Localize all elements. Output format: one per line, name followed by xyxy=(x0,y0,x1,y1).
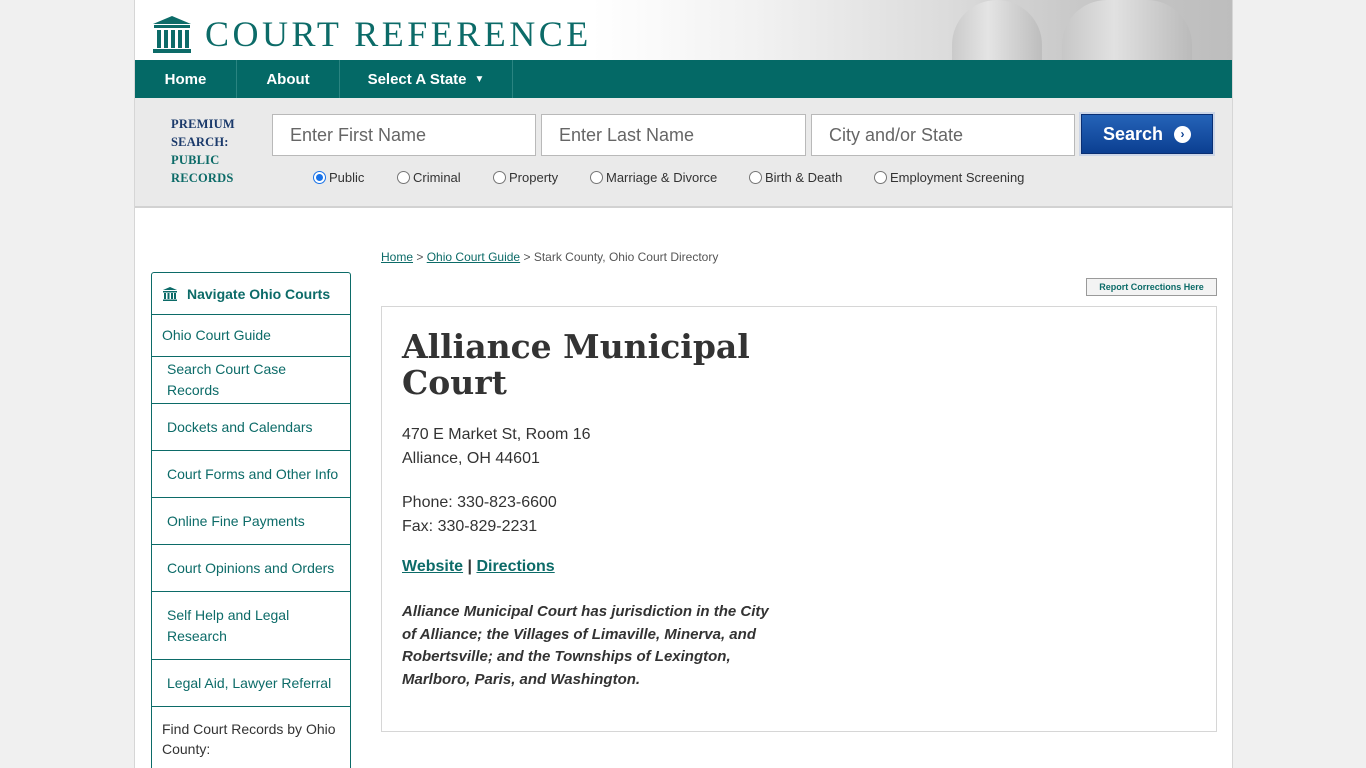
radio-button[interactable] xyxy=(749,171,762,184)
court-fax: Fax: 330-829-2231 xyxy=(402,518,538,535)
breadcrumb-separator: > xyxy=(523,250,531,264)
radio-button-selected[interactable] xyxy=(313,171,326,184)
nav-select-state[interactable]: Select A State ▼ xyxy=(340,60,513,98)
address-line-1: 470 E Market St, Room 16 xyxy=(402,426,591,443)
directions-link[interactable]: Directions xyxy=(476,558,554,575)
sidebar-item-opinions-orders[interactable]: Court Opinions and Orders xyxy=(152,545,350,592)
premium-search-bar: PREMIUM SEARCH: PUBLIC RECORDS Search › … xyxy=(135,98,1232,208)
sidebar-nav: Navigate Ohio Courts Ohio Court Guide Se… xyxy=(151,272,351,768)
sidebar-item-legal-aid[interactable]: Legal Aid, Lawyer Referral xyxy=(152,660,350,707)
column-capital-decoration xyxy=(1062,0,1192,60)
radio-button[interactable] xyxy=(590,171,603,184)
sidebar-find-by-county: Find Court Records by Ohio County: xyxy=(162,721,336,757)
search-button-label: Search xyxy=(1102,123,1164,144)
caret-down-icon: ▼ xyxy=(474,73,485,85)
nav-select-state-label: Select A State xyxy=(367,70,467,88)
link-separator: | xyxy=(467,558,472,575)
site-logo[interactable]: COURT REFERENCE xyxy=(151,14,592,54)
courthouse-icon xyxy=(163,286,177,301)
city-state-input[interactable] xyxy=(811,114,1075,156)
record-type-radios: Public Criminal Property Marriage & Divo… xyxy=(135,170,1232,190)
court-links: Website | Directions xyxy=(402,558,555,576)
radio-button[interactable] xyxy=(874,171,887,184)
court-jurisdiction-description: Alliance Municipal Court has jurisdictio… xyxy=(402,603,769,688)
radio-employment-screening[interactable]: Employment Screening xyxy=(874,170,1024,185)
radio-property[interactable]: Property xyxy=(493,170,558,185)
premium-label-line: SEARCH: xyxy=(171,135,229,149)
header-background xyxy=(592,0,1232,60)
radio-marriage-divorce[interactable]: Marriage & Divorce xyxy=(590,170,717,185)
court-detail-card: Alliance Municipal Court 470 E Market St… xyxy=(381,306,1217,732)
courthouse-icon xyxy=(153,16,191,53)
radio-birth-death[interactable]: Birth & Death xyxy=(749,170,842,185)
radio-button[interactable] xyxy=(493,171,506,184)
first-name-input[interactable] xyxy=(272,114,536,156)
radio-criminal[interactable]: Criminal xyxy=(397,170,461,185)
sidebar-item-court-forms[interactable]: Court Forms and Other Info xyxy=(152,451,350,498)
chevron-right-icon: › xyxy=(1174,125,1192,143)
breadcrumb: Home > Ohio Court Guide > Stark County, … xyxy=(381,250,718,264)
premium-label-line: PUBLIC xyxy=(171,153,220,167)
sidebar-heading: Navigate Ohio Courts xyxy=(152,273,350,315)
site-header: COURT REFERENCE xyxy=(135,0,1232,60)
report-corrections-button[interactable]: Report Corrections Here xyxy=(1086,278,1217,296)
premium-label-line: PREMIUM xyxy=(171,117,235,131)
radio-label: Marriage & Divorce xyxy=(606,170,718,185)
nav-home[interactable]: Home xyxy=(135,60,237,98)
sidebar-item-fine-payments[interactable]: Online Fine Payments xyxy=(152,498,350,545)
sidebar-item-self-help[interactable]: Self Help and Legal Research xyxy=(152,592,350,660)
nav-about[interactable]: About xyxy=(237,60,340,98)
court-phone: Phone: 330-823-6600 xyxy=(402,494,557,511)
address-line-2: Alliance, OH 44601 xyxy=(402,450,540,467)
radio-button[interactable] xyxy=(397,171,410,184)
breadcrumb-guide-link[interactable]: Ohio Court Guide xyxy=(427,250,520,264)
radio-label: Employment Screening xyxy=(890,170,1025,185)
radio-label: Public xyxy=(329,170,365,185)
radio-label: Property xyxy=(509,170,559,185)
breadcrumb-current: Stark County, Ohio Court Directory xyxy=(533,250,719,264)
column-decoration xyxy=(952,0,1042,60)
radio-public[interactable]: Public xyxy=(313,170,364,185)
breadcrumb-separator: > xyxy=(416,250,424,264)
court-title: Alliance Municipal Court xyxy=(402,327,750,402)
site-logo-text: COURT REFERENCE xyxy=(205,14,592,54)
breadcrumb-home-link[interactable]: Home xyxy=(381,250,413,264)
website-link[interactable]: Website xyxy=(402,558,463,575)
main-nav: Home About Select A State ▼ xyxy=(135,60,1232,98)
radio-label: Criminal xyxy=(413,170,461,185)
court-contact: Phone: 330-823-6600 Fax: 330-829-2231 xyxy=(402,491,557,539)
sidebar-item-ohio-court-guide[interactable]: Ohio Court Guide xyxy=(152,315,350,357)
search-button[interactable]: Search › xyxy=(1081,114,1213,154)
radio-label: Birth & Death xyxy=(765,170,843,185)
sidebar-item-dockets[interactable]: Dockets and Calendars xyxy=(152,404,350,451)
last-name-input[interactable] xyxy=(541,114,806,156)
court-address: 470 E Market St, Room 16 Alliance, OH 44… xyxy=(402,423,591,471)
sidebar-heading-text: Navigate Ohio Courts xyxy=(187,285,331,302)
page-container: COURT REFERENCE Home About Select A Stat… xyxy=(134,0,1233,768)
sidebar-item-search-records[interactable]: Search Court Case Records xyxy=(152,357,350,404)
